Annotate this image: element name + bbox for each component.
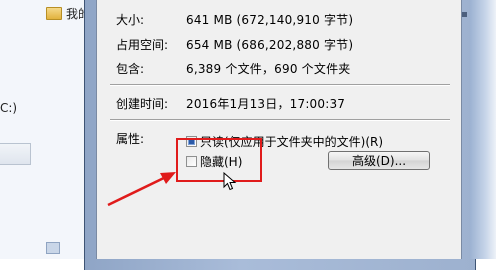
annotation-arrow [107, 172, 176, 207]
mouse-cursor-icon [223, 172, 237, 191]
